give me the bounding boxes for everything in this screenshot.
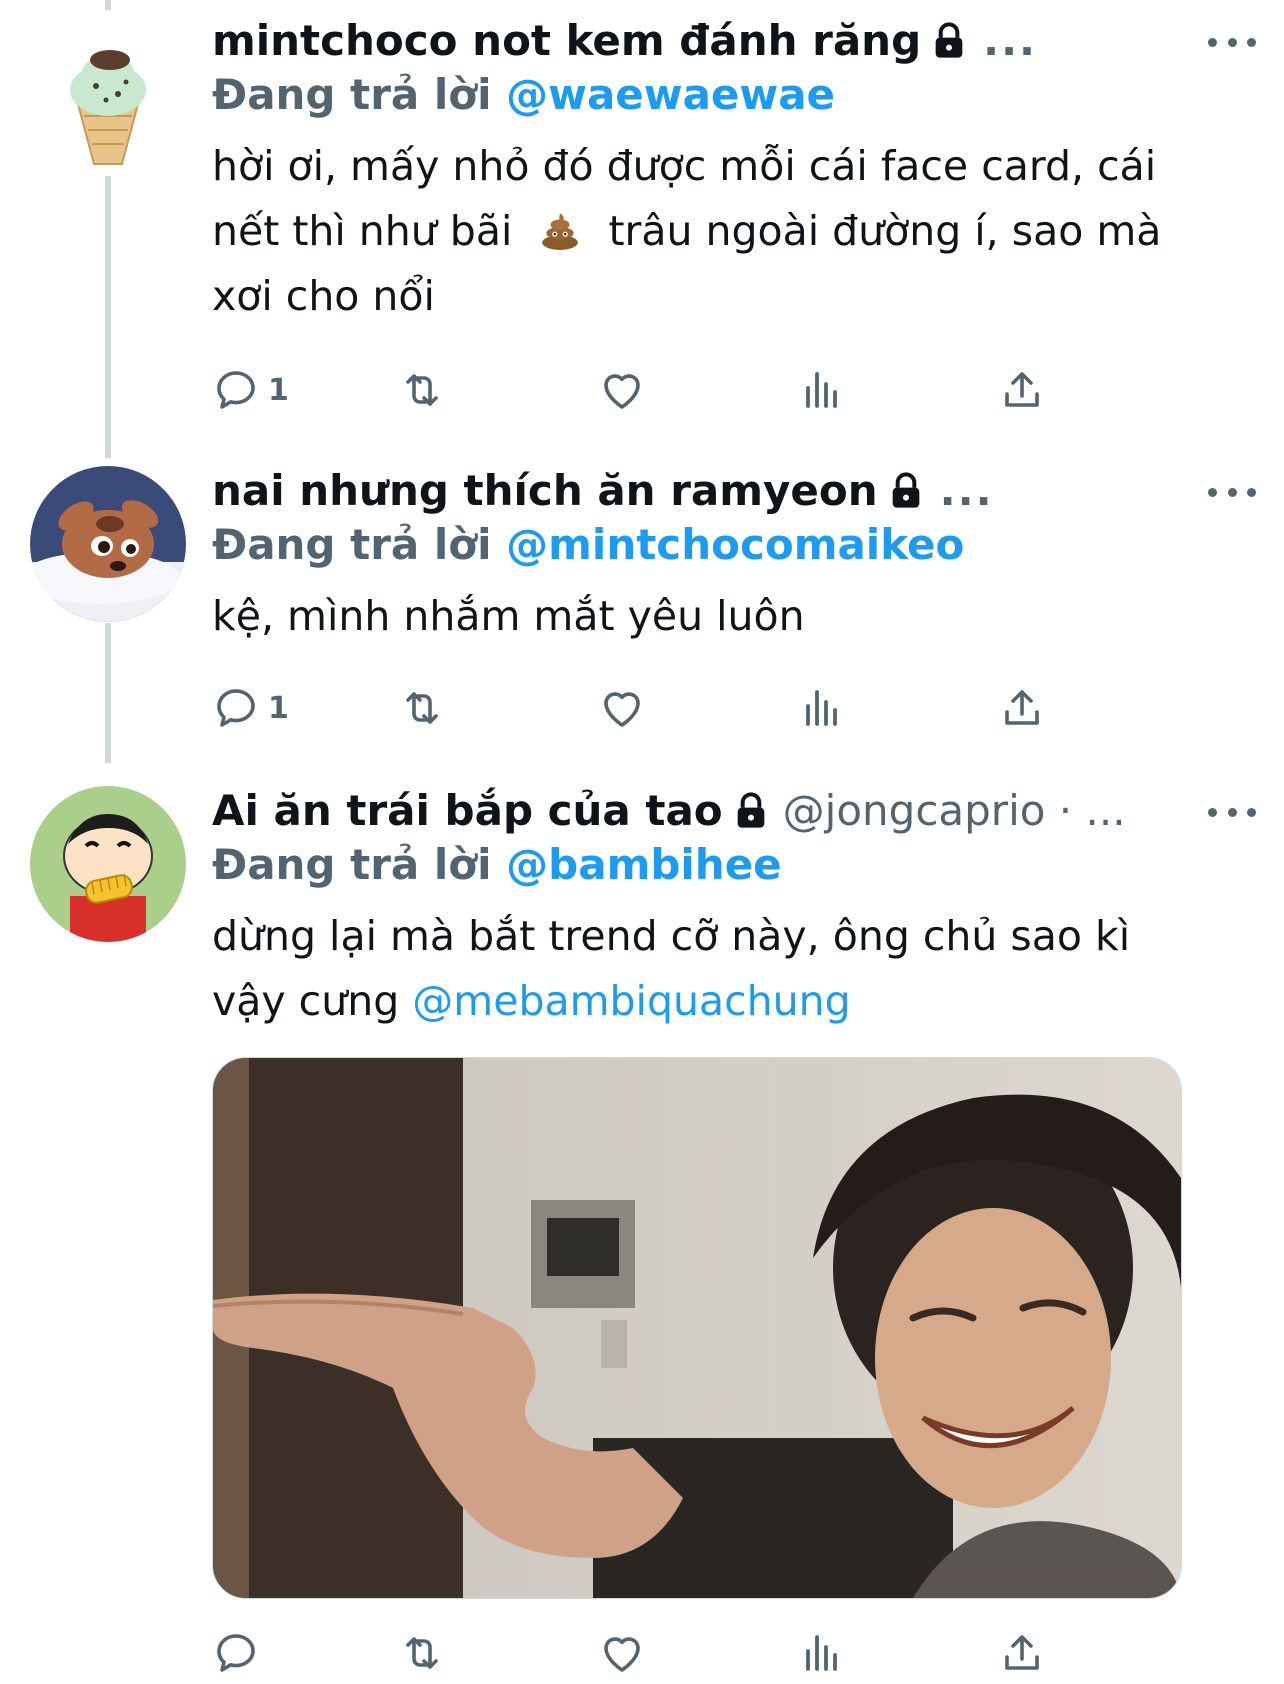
tweet-text-segment: vậy cưng: [212, 977, 400, 1025]
reply-icon: [217, 1634, 255, 1672]
poop-emoji-icon: [542, 213, 579, 250]
tweet-text-segment: trâu ngoài đường í, sao mà: [608, 207, 1162, 255]
retweet-icon: [406, 692, 438, 724]
views-button[interactable]: [798, 680, 846, 736]
like-button[interactable]: [598, 680, 646, 736]
tweet-text-line: nết thì như bãi trâu ngoài đường í, sao …: [212, 199, 1256, 264]
overflow-ellipsis: ...: [939, 466, 994, 515]
lock-icon: [892, 472, 919, 508]
views-icon: [806, 372, 837, 408]
cartoon-fawn-avatar: [30, 466, 186, 622]
like-button[interactable]: [598, 362, 646, 418]
tweet-actions: 1: [212, 362, 1112, 418]
cartoon-boy-eating-corn-avatar: [30, 786, 186, 942]
lock-icon: [935, 22, 963, 58]
views-button[interactable]: [798, 362, 846, 418]
like-button[interactable]: [598, 1625, 646, 1681]
tweet-1[interactable]: mintchoco not kem đánh răng ... Đang trả…: [0, 0, 1284, 450]
avatar[interactable]: [30, 786, 186, 942]
tweet-text-line: vậy cưng @mebambiquachung: [212, 969, 1256, 1034]
overflow-ellipsis: ...: [983, 16, 1038, 65]
more-options-button[interactable]: [1208, 482, 1256, 502]
display-name[interactable]: nai nhưng thích ăn ramyeon: [212, 464, 878, 518]
retweet-button[interactable]: [398, 680, 446, 736]
display-name[interactable]: Ai ăn trái bắp của tao: [212, 784, 723, 838]
views-icon: [806, 690, 837, 726]
tweet-header: Ai ăn trái bắp của tao @jongcaprio · ...: [212, 784, 1256, 838]
more-options-button[interactable]: [1208, 802, 1256, 822]
reply-count: 1: [268, 690, 289, 726]
reply-icon: [217, 371, 255, 409]
tweet-media-photo[interactable]: [212, 1057, 1182, 1599]
reply-button[interactable]: 1: [212, 680, 289, 736]
tweet-actions: 1: [212, 680, 1112, 736]
reply-context: Đang trả lời @bambihee: [212, 838, 1256, 892]
tweet-text-line: xơi cho nổi: [212, 272, 435, 320]
share-icon: [1005, 1635, 1039, 1670]
avatar[interactable]: [30, 16, 186, 172]
like-icon: [604, 692, 640, 727]
display-name[interactable]: mintchoco not kem đánh răng: [212, 14, 921, 68]
reply-button[interactable]: [212, 1625, 268, 1681]
share-icon: [1005, 690, 1039, 725]
tweet-text-line: kệ, mình nhắm mắt yêu luôn: [212, 592, 805, 640]
more-options-button[interactable]: [1208, 32, 1256, 52]
tweet-header: mintchoco not kem đánh răng ...: [212, 14, 1256, 68]
tweet-text-line: dừng lại mà bắt trend cỡ này, ông chủ sa…: [212, 912, 1131, 960]
retweet-icon: [406, 374, 438, 406]
share-button[interactable]: [998, 680, 1046, 736]
like-icon: [604, 1637, 640, 1672]
tweet-2[interactable]: nai nhưng thích ăn ramyeon ... Đang trả …: [0, 450, 1284, 770]
reply-icon: [217, 689, 255, 727]
user-handle[interactable]: @jongcaprio · ...: [783, 784, 1126, 838]
reply-to-mention[interactable]: @bambihee: [506, 840, 782, 889]
tweet-text-segment: nết thì như bãi: [212, 207, 513, 255]
reply-to-mention[interactable]: @mintchocomaikeo: [506, 520, 964, 569]
share-button[interactable]: [998, 362, 1046, 418]
body-mention-link[interactable]: @mebambiquachung: [412, 977, 850, 1025]
lock-icon: [737, 792, 765, 828]
retweet-button[interactable]: [398, 362, 446, 418]
reply-context: Đang trả lời @mintchocomaikeo: [212, 518, 1256, 572]
views-button[interactable]: [798, 1625, 846, 1681]
reply-prefix: Đang trả lời: [212, 520, 492, 569]
retweet-button[interactable]: [398, 1625, 446, 1681]
reply-button[interactable]: 1: [212, 362, 289, 418]
reply-prefix: Đang trả lời: [212, 840, 492, 889]
tweet-text: hời ơi, mấy nhỏ đó được mỗi cái face car…: [212, 134, 1256, 329]
views-icon: [806, 1635, 837, 1671]
reply-to-mention[interactable]: @waewaewae: [506, 70, 835, 119]
share-icon: [1005, 372, 1039, 407]
photo-man-laughing-pointing: [213, 1058, 1181, 1598]
tweet-header: nai nhưng thích ăn ramyeon ...: [212, 464, 1256, 518]
reply-context: Đang trả lời @waewaewae: [212, 68, 1256, 122]
mint-ice-cream-cone-avatar: [30, 16, 186, 172]
retweet-icon: [406, 1637, 438, 1669]
tweet-text: dừng lại mà bắt trend cỡ này, ông chủ sa…: [212, 904, 1256, 1034]
like-icon: [604, 374, 640, 409]
tweet-text: kệ, mình nhắm mắt yêu luôn: [212, 584, 1256, 649]
reply-count: 1: [268, 372, 289, 408]
reply-prefix: Đang trả lời: [212, 70, 492, 119]
avatar[interactable]: [30, 466, 186, 622]
share-button[interactable]: [998, 1625, 1046, 1681]
tweet-text-line: hời ơi, mấy nhỏ đó được mỗi cái face car…: [212, 142, 1157, 190]
tweet-actions: [212, 1625, 1112, 1681]
